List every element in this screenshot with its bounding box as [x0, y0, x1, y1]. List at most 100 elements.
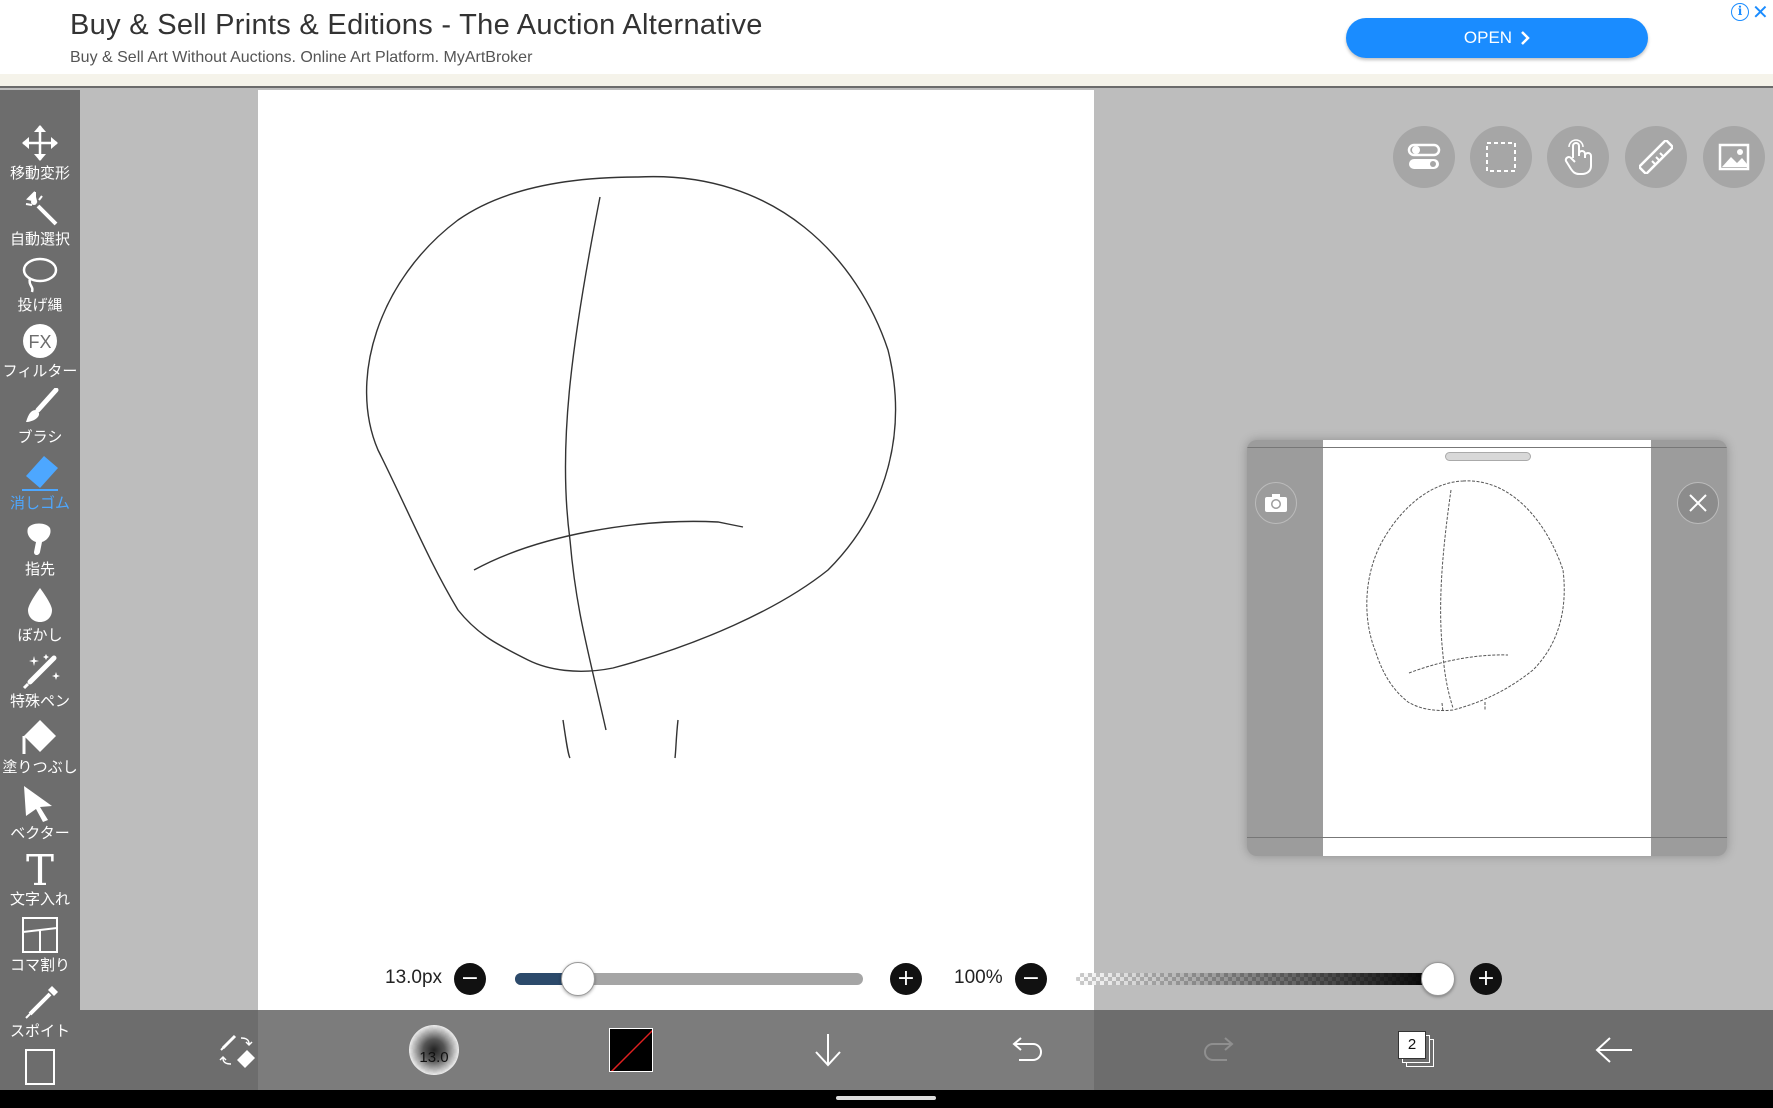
ruler-button[interactable]: [1625, 126, 1687, 188]
tool-label: ベクター: [10, 824, 70, 842]
tool-label: 指先: [24, 560, 55, 578]
hand-touch-button[interactable]: [1547, 126, 1609, 188]
color-swatch-slash: [610, 1029, 652, 1071]
fx-icon-text: FX: [28, 332, 51, 352]
brush-icon: [26, 388, 59, 422]
image-icon: [1718, 143, 1750, 171]
color-button[interactable]: [591, 1010, 671, 1090]
redo-button[interactable]: [1181, 1010, 1261, 1090]
tool-text[interactable]: T 文字入れ: [0, 850, 80, 916]
layers-button[interactable]: 2: [1377, 1010, 1457, 1090]
tool-label: 文字入れ: [9, 890, 70, 908]
toggle-settings-icon: [1407, 143, 1441, 169]
tool-auto-select[interactable]: 自動選択: [0, 190, 80, 256]
material-image-button[interactable]: [1703, 126, 1765, 188]
finger-icon: [27, 523, 51, 555]
tool-finger[interactable]: 指先: [0, 520, 80, 586]
ad-subtitle[interactable]: Buy & Sell Art Without Auctions. Online …: [70, 49, 532, 67]
camera-icon: [1265, 494, 1287, 512]
navigator-top-line: [1247, 447, 1727, 448]
tool-label: 消しゴム: [9, 494, 70, 512]
chevron-right-icon: [1521, 31, 1530, 45]
text-icon: T: [26, 850, 54, 888]
brush-size-text: 13.0: [419, 1049, 449, 1066]
tool-lasso[interactable]: 投げ縄: [0, 256, 80, 322]
ad-title[interactable]: Buy & Sell Prints & Editions - The Aucti…: [70, 9, 763, 42]
tool-label: スポイト: [9, 1022, 70, 1040]
tool-eraser[interactable]: 消しゴム: [0, 454, 80, 520]
close-icon[interactable]: ✕: [1752, 0, 1769, 24]
tool-move-transform[interactable]: 移動変形: [0, 124, 80, 190]
camera-button[interactable]: [1255, 482, 1297, 524]
layer-count: 2: [1398, 1031, 1426, 1059]
size-decrease-button[interactable]: −: [454, 963, 486, 995]
drawing-canvas[interactable]: [258, 90, 1094, 1010]
tool-blur[interactable]: ぼかし: [0, 586, 80, 652]
tool-label: フィルター: [2, 362, 78, 380]
magic-wand-icon: [25, 191, 58, 226]
tool-vector[interactable]: ベクター: [0, 784, 80, 850]
undo-icon: [1012, 1037, 1043, 1061]
layer-settings-button[interactable]: [1393, 126, 1455, 188]
tool-label: 投げ縄: [17, 296, 63, 314]
tool-more[interactable]: [0, 1048, 80, 1090]
left-toolbar: 移動変形 自動選択 投げ縄 FX フィルター ブラシ 消しゴム 指先 ぼかし 特…: [0, 90, 80, 1090]
special-pen-icon: [22, 654, 60, 690]
navigator-preview[interactable]: [1323, 440, 1651, 856]
size-increase-button[interactable]: +: [890, 963, 922, 995]
redo-icon: [1203, 1037, 1234, 1061]
navigator-thumbnail: [1366, 480, 1565, 713]
selection-button[interactable]: [1470, 126, 1532, 188]
tool-eyedropper[interactable]: スポイト: [0, 982, 80, 1048]
opacity-increase-button[interactable]: +: [1470, 963, 1502, 995]
ruler-icon: [1639, 140, 1673, 174]
move-icon: [22, 125, 58, 161]
navigator-drag-handle[interactable]: [1445, 452, 1531, 461]
back-arrow-icon: [1595, 1037, 1632, 1063]
system-navigation-bar: [0, 1090, 1773, 1108]
download-arrow-icon: [815, 1034, 841, 1067]
ad-open-button[interactable]: OPEN: [1346, 18, 1648, 58]
opacity-slider-handle[interactable]: [1421, 962, 1455, 996]
tool-label: 移動変形: [9, 164, 70, 182]
brush-size-slider-handle[interactable]: [560, 962, 595, 996]
navigator-panel[interactable]: [1247, 440, 1727, 856]
app-root: Buy & Sell Prints & Editions - The Aucti…: [0, 0, 1773, 1108]
brush-eraser-swap-button[interactable]: [197, 1010, 277, 1090]
sketch-drawing: [365, 175, 897, 759]
layers-icon: 2: [1398, 1031, 1436, 1069]
tool-label: 塗りつぶし: [2, 758, 78, 776]
brush-eraser-swap-icon: [219, 1034, 255, 1068]
ad-banner[interactable]: Buy & Sell Prints & Editions - The Aucti…: [0, 0, 1773, 88]
info-icon[interactable]: i: [1731, 3, 1749, 21]
blur-drop-icon: [28, 588, 52, 622]
selection-icon: [1486, 142, 1516, 172]
opacity-decrease-button[interactable]: −: [1015, 963, 1047, 995]
tool-brush[interactable]: ブラシ: [0, 388, 80, 454]
eraser-icon: [22, 456, 58, 491]
navigator-bottom-line: [1247, 837, 1727, 838]
home-gesture-pill[interactable]: [836, 1096, 936, 1100]
tool-frame-divider[interactable]: コマ割り: [0, 916, 80, 982]
brush-preview: 13.0: [409, 1025, 459, 1075]
tool-label: 自動選択: [9, 230, 70, 248]
bottom-toolbar: 13.0 2: [80, 1010, 1773, 1090]
tool-filter[interactable]: FX フィルター: [0, 322, 80, 388]
brush-size-label: 13.0px: [385, 967, 443, 988]
ad-bottom-strip: [0, 74, 1773, 86]
close-icon: [1689, 494, 1707, 512]
opacity-slider[interactable]: [1076, 973, 1438, 985]
download-button[interactable]: [788, 1010, 868, 1090]
brush-preview-button[interactable]: 13.0: [394, 1010, 474, 1090]
tool-fill[interactable]: 塗りつぶし: [0, 718, 80, 784]
back-button[interactable]: [1574, 1010, 1654, 1090]
tool-label: コマ割り: [9, 956, 70, 974]
vector-cursor-icon: [24, 786, 52, 822]
eyedropper-icon: [25, 986, 58, 1019]
frame-icon: [25, 1049, 55, 1085]
fill-bucket-icon: [22, 720, 56, 754]
undo-button[interactable]: [985, 1010, 1065, 1090]
navigator-close-button[interactable]: [1677, 482, 1719, 524]
color-swatch: [609, 1028, 653, 1072]
tool-special-pen[interactable]: 特殊ペン: [0, 652, 80, 718]
